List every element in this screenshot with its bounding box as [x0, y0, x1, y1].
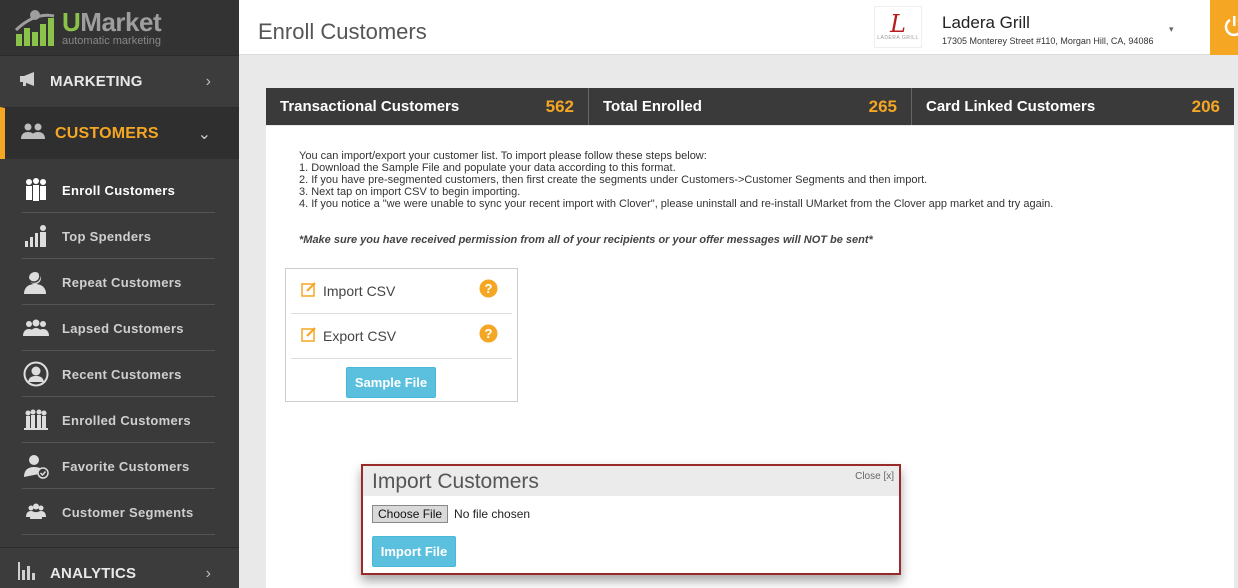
stat-value: 562: [545, 96, 574, 116]
export-edit-icon: [301, 326, 317, 347]
nav-analytics-label: ANALYTICS: [50, 565, 137, 582]
user-circle-icon: [22, 360, 50, 388]
svg-text:?: ?: [485, 326, 493, 341]
import-csv-button[interactable]: Import CSV ?: [291, 269, 512, 314]
instruction-line: 2. If you have pre-segmented customers, …: [299, 174, 928, 186]
umarket-logo-icon: [14, 8, 58, 48]
chevron-right-icon: ›: [205, 564, 211, 582]
export-csv-button[interactable]: Export CSV ?: [291, 314, 512, 359]
users-icon: [21, 123, 45, 144]
nav-analytics[interactable]: ANALYTICS ›: [0, 547, 239, 588]
segments-icon: [22, 498, 50, 526]
sidebar-item-label: Customer Segments: [62, 504, 194, 520]
repeat-user-icon: [22, 268, 50, 296]
modal-title: Import Customers: [372, 470, 539, 493]
csv-actions-box: Import CSV ? Export CSV ? Sample File: [285, 268, 518, 402]
chevron-right-icon: ›: [205, 72, 211, 90]
stats-bar: Transactional Customers 562 Total Enroll…: [266, 88, 1234, 125]
sidebar-item-label: Favorite Customers: [62, 458, 190, 474]
business-name[interactable]: Ladera Grill: [942, 13, 1030, 33]
sidebar: UMarket automatic marketing MARKETING › …: [0, 0, 239, 588]
sidebar-item-label: Enroll Customers: [62, 182, 176, 198]
import-edit-icon: [301, 281, 317, 302]
nav-marketing-label: MARKETING: [50, 73, 143, 90]
nav-customers[interactable]: CUSTOMERS ⌄: [0, 107, 239, 159]
bar-chart-icon: [18, 562, 40, 585]
power-icon: [1218, 13, 1238, 42]
stat-value: 265: [868, 96, 897, 116]
sidebar-item-label: Recent Customers: [62, 366, 182, 382]
svg-text:?: ?: [485, 281, 493, 296]
sidebar-item-lapsed-customers[interactable]: Lapsed Customers: [0, 305, 239, 351]
sidebar-item-customer-segments[interactable]: Customer Segments: [0, 489, 239, 535]
sidebar-item-enroll-customers[interactable]: Enroll Customers: [0, 167, 239, 213]
instruction-line: 3. Next tap on import CSV to begin impor…: [299, 186, 521, 198]
instruction-line: 4. If you notice a "we were unable to sy…: [299, 198, 1054, 210]
help-icon[interactable]: ?: [479, 279, 498, 303]
business-dropdown-icon[interactable]: ▾: [1169, 24, 1174, 35]
sidebar-item-repeat-customers[interactable]: Repeat Customers: [0, 259, 239, 305]
megaphone-icon: [18, 71, 40, 92]
file-status: No file chosen: [454, 507, 531, 521]
logout-button[interactable]: [1210, 0, 1238, 55]
stat-total-enrolled: Total Enrolled 265: [589, 88, 912, 125]
sidebar-item-enrolled-customers[interactable]: Enrolled Customers: [0, 397, 239, 443]
stat-transactional-customers: Transactional Customers 562: [266, 88, 589, 125]
group-icon: [22, 314, 50, 342]
sidebar-item-label: Repeat Customers: [62, 274, 182, 290]
sample-file-button[interactable]: Sample File: [346, 367, 436, 398]
import-customers-modal: Import Customers Close [x] Choose File N…: [361, 464, 901, 575]
stat-card-linked-customers: Card Linked Customers 206: [912, 88, 1234, 125]
sidebar-item-recent-customers[interactable]: Recent Customers: [0, 351, 239, 397]
brand-name: UMarket: [62, 6, 162, 37]
stat-value: 206: [1191, 96, 1220, 116]
sidebar-item-label: Lapsed Customers: [62, 320, 184, 336]
sidebar-item-label: Top Spenders: [62, 228, 152, 244]
page-title: Enroll Customers: [258, 19, 427, 44]
user-favorite-icon: [22, 452, 50, 480]
import-instructions: You can import/export your customer list…: [299, 150, 1053, 210]
sidebar-item-label: Enrolled Customers: [62, 412, 191, 428]
import-csv-label: Import CSV: [323, 283, 396, 299]
business-logo: L LADERA GRILL: [874, 6, 922, 48]
export-csv-label: Export CSV: [323, 328, 397, 344]
bar-chart-person-icon: [22, 222, 50, 250]
nav-marketing[interactable]: MARKETING ›: [0, 55, 239, 107]
modal-header: Import Customers Close [x]: [363, 466, 899, 496]
stat-label: Total Enrolled: [603, 98, 702, 115]
instruction-line: 1. Download the Sample File and populate…: [299, 162, 676, 174]
customers-submenu: Enroll Customers Top Spenders Repeat Cus…: [0, 159, 239, 535]
stat-label: Transactional Customers: [280, 98, 460, 115]
permission-warning: *Make sure you have received permission …: [299, 234, 873, 246]
sidebar-item-favorite-customers[interactable]: Favorite Customers: [0, 443, 239, 489]
stat-label: Card Linked Customers: [926, 98, 1096, 115]
nav-customers-label: CUSTOMERS: [55, 124, 159, 142]
brand-logo[interactable]: UMarket automatic marketing: [0, 0, 239, 55]
enroll-group-icon: [22, 176, 50, 204]
import-file-button[interactable]: Import File: [372, 536, 456, 567]
sidebar-item-top-spenders[interactable]: Top Spenders: [0, 213, 239, 259]
choose-file-button[interactable]: Choose File: [372, 505, 449, 523]
modal-close-button[interactable]: Close [x]: [855, 471, 894, 482]
crowd-icon: [22, 406, 50, 434]
business-address: 17305 Monterey Street #110, Morgan Hill,…: [942, 36, 1154, 46]
instruction-line: You can import/export your customer list…: [299, 150, 707, 162]
help-icon[interactable]: ?: [479, 324, 498, 348]
brand-tagline: automatic marketing: [62, 34, 162, 47]
file-input[interactable]: Choose File No file chosen: [372, 505, 530, 523]
top-header: Enroll Customers L LADERA GRILL Ladera G…: [239, 0, 1238, 55]
chevron-down-icon: ⌄: [197, 125, 211, 143]
